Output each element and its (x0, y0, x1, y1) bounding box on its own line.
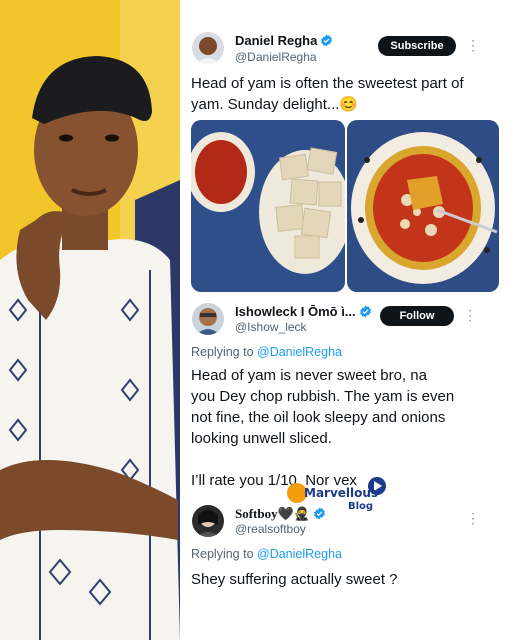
reply1-author-name-row[interactable]: Ishowleck I Ōmō ì... (235, 304, 372, 321)
more-options-icon[interactable]: ⋮ (466, 38, 480, 52)
reply2-author-handle[interactable]: @realsoftboy (235, 522, 306, 536)
verified-badge-icon (359, 305, 372, 321)
tweet-photo-yam-in-sauce[interactable] (347, 120, 499, 292)
reply1-text: Head of yam is never sweet bro, na you D… (191, 365, 501, 491)
main-author-name[interactable]: Daniel Regha (235, 33, 317, 48)
watermark-line1: Marvellous (304, 486, 379, 500)
follow-button[interactable]: Follow (380, 306, 454, 326)
main-author-name-row[interactable]: Daniel Regha (235, 33, 333, 50)
profile-photo (0, 0, 180, 640)
replying-to-mention-link[interactable]: @DanielRegha (257, 345, 342, 359)
reply1-text-line: you Dey chop rubbish. The yam is even (191, 388, 455, 405)
verified-badge-icon (320, 34, 333, 50)
main-tweet-text: Head of yam is often the sweetest part o… (191, 75, 464, 113)
replying-to-label: Replying to (191, 345, 258, 359)
reply2-text: Shey suffering actually sweet ? (191, 571, 398, 588)
subscribe-button[interactable]: Subscribe (378, 36, 456, 56)
main-author-handle[interactable]: @DanielRegha (235, 50, 317, 64)
replying-to-mention-link[interactable]: @DanielRegha (257, 547, 342, 561)
reply1-text-line (191, 449, 501, 470)
man-portrait-illustration (0, 0, 180, 640)
reply1-text-line: not fine, the oil look sleepy and onions (191, 409, 446, 426)
tweet-thread: Daniel Regha @DanielRegha Subscribe ⋮ He… (180, 0, 512, 640)
tweet-photo-yam-and-oil[interactable] (191, 120, 345, 292)
reply1-replying-to: Replying to @DanielRegha (191, 345, 342, 359)
reply1-author-name[interactable]: Ishowleck I Ōmō ì... (235, 304, 356, 319)
marvellous-blog-watermark: Marvellous Blog (286, 476, 396, 518)
main-author-avatar[interactable] (192, 32, 224, 64)
reply1-text-line: looking unwell sliced. (191, 430, 332, 447)
reply2-author-avatar[interactable] (192, 505, 224, 537)
reply1-author-handle[interactable]: @Ishow_leck (235, 320, 307, 334)
reply1-author-avatar[interactable] (192, 303, 224, 335)
replying-to-label: Replying to (191, 547, 258, 561)
more-options-icon[interactable]: ⋮ (466, 511, 480, 525)
more-options-icon[interactable]: ⋮ (463, 308, 477, 322)
reply2-replying-to: Replying to @DanielRegha (191, 547, 342, 561)
reply1-text-line: Head of yam is never sweet bro, na (191, 367, 427, 384)
watermark-line2: Blog (348, 501, 374, 512)
